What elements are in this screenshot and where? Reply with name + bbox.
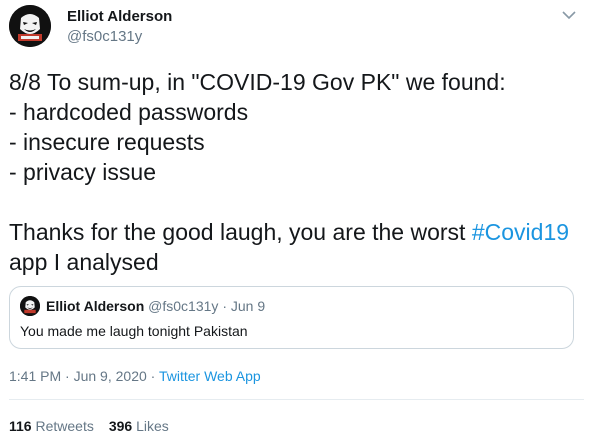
- chevron-down-icon: [562, 10, 576, 19]
- tweet-stats: 116 Retweets 396 Likes: [9, 418, 169, 434]
- author-name[interactable]: Elliot Alderson: [67, 8, 172, 25]
- hashtag-link[interactable]: #Covid19: [472, 219, 569, 245]
- tweet-line: 8/8 To sum-up, in "COVID-19 Gov PK" we f…: [9, 69, 506, 95]
- quoted-avatar[interactable]: [20, 296, 40, 316]
- tweet-date[interactable]: Jun 9, 2020: [74, 368, 147, 384]
- retweets-stat[interactable]: 116 Retweets: [9, 418, 94, 434]
- tweet-time[interactable]: 1:41 PM: [9, 368, 61, 384]
- likes-label: Likes: [136, 418, 169, 434]
- avatar[interactable]: [9, 5, 51, 47]
- tweet-meta: 1:41 PM · Jun 9, 2020 · Twitter Web App: [9, 368, 261, 384]
- tweet-line: Thanks for the good laugh, you are the w…: [9, 217, 584, 247]
- likes-count: 396: [108, 418, 133, 434]
- quoted-tweet[interactable]: Elliot Alderson @fs0c131y · Jun 9 You ma…: [9, 286, 574, 349]
- quoted-author-handle: @fs0c131y: [148, 298, 219, 314]
- quoted-text: You made me laugh tonight Pakistan: [20, 323, 248, 339]
- tweet-card: Elliot Alderson @fs0c131y 8/8 To sum-up,…: [0, 0, 591, 447]
- tweet-line: - insecure requests: [9, 129, 205, 155]
- tweet-line: - hardcoded passwords: [9, 99, 249, 125]
- more-options-button[interactable]: [560, 6, 578, 24]
- dot-separator: ·: [65, 368, 70, 384]
- source-link[interactable]: Twitter Web App: [159, 368, 261, 384]
- author-handle[interactable]: @fs0c131y: [67, 28, 142, 45]
- retweets-label: Retweets: [35, 418, 94, 434]
- tweet-text: 8/8 To sum-up, in "COVID-19 Gov PK" we f…: [9, 67, 584, 277]
- fsociety-mask-icon: [9, 5, 51, 47]
- retweets-count: 116: [9, 418, 32, 434]
- divider: [9, 399, 584, 400]
- quoted-header: Elliot Alderson @fs0c131y · Jun 9: [46, 298, 265, 314]
- dot-separator: ·: [150, 368, 156, 384]
- tweet-line: app I analysed: [9, 249, 159, 275]
- quoted-date: Jun 9: [230, 298, 266, 314]
- tweet-closing-prefix: Thanks for the good laugh, you are the w…: [9, 219, 472, 245]
- dot-separator: ·: [222, 298, 227, 314]
- likes-stat[interactable]: 396 Likes: [109, 418, 169, 434]
- fsociety-mask-icon: [20, 296, 40, 316]
- quoted-author-name: Elliot Alderson: [46, 298, 145, 314]
- tweet-line: - privacy issue: [9, 159, 156, 185]
